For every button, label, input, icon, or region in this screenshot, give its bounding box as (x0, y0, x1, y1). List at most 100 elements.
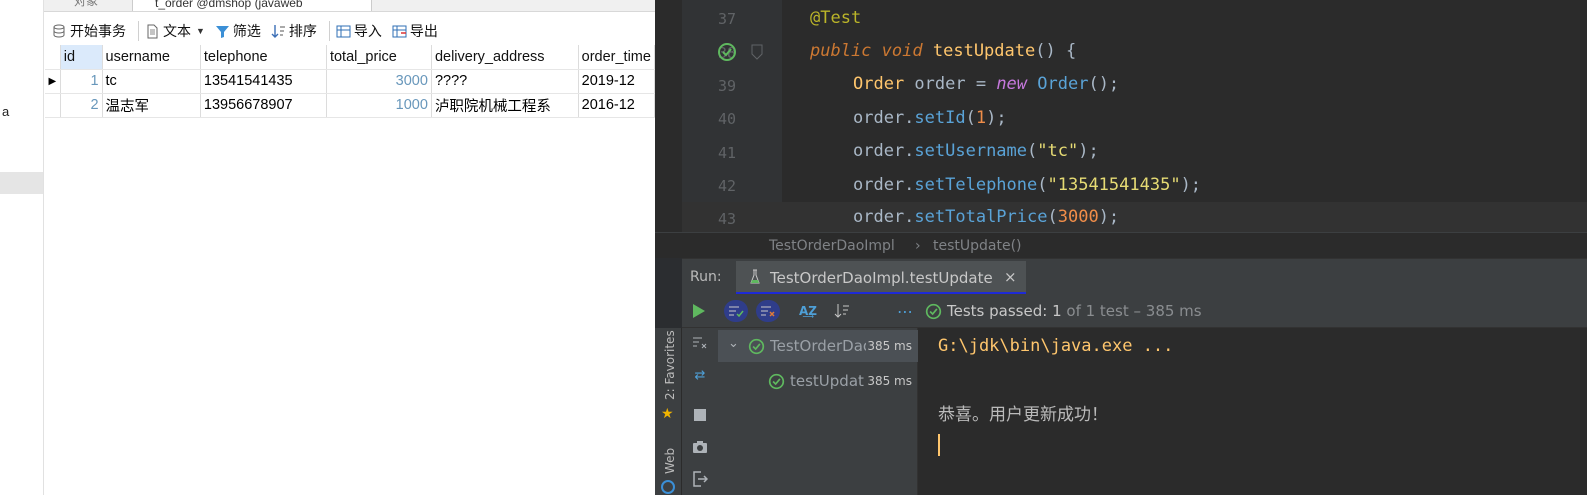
column-header-id[interactable]: id (60, 45, 103, 70)
rerun-button[interactable] (687, 300, 711, 322)
line-number: 39 (717, 77, 736, 95)
web-tool-tab[interactable]: Web (663, 448, 677, 474)
tab-objects[interactable]: 对象 (74, 0, 98, 9)
star-icon[interactable]: ★ (661, 406, 674, 422)
show-passed-button[interactable] (724, 300, 748, 322)
keyword-token: void (881, 41, 923, 61)
column-header-telephone[interactable]: telephone (200, 45, 327, 70)
clear-all-button[interactable] (691, 334, 709, 352)
db-toolbar: 开始事务 文本 ▼ 筛选 排序 导入 导出 (44, 18, 655, 44)
tree-item-duration: 385 ms (867, 374, 912, 388)
line-number: 43 (717, 210, 736, 228)
sort-button[interactable]: 排序 (269, 20, 325, 42)
test-flask-icon (750, 269, 760, 284)
code-token: order = (904, 74, 997, 94)
sort-icon (271, 24, 285, 38)
number-token: 1 (975, 108, 987, 128)
code-line-37: @Test (810, 8, 861, 28)
tree-item-test-method[interactable]: testUpdat 385 ms (718, 365, 918, 397)
tree-item-test-class[interactable]: ⌄ TestOrderDao 385 ms (718, 330, 918, 362)
clear-list-icon (693, 337, 707, 349)
document-icon (147, 24, 158, 38)
begin-transaction-button[interactable]: 开始事务 (50, 20, 134, 42)
run-side-actions: ⇄ (682, 328, 718, 495)
cell-telephone[interactable]: 13541541435 (200, 69, 327, 94)
toggle-auto-test-button[interactable]: ⇄ (691, 366, 709, 384)
cell-username[interactable]: 温志军 (102, 93, 201, 118)
test-passed-gutter-icon[interactable] (717, 42, 737, 62)
string-token: "tc" (1037, 141, 1079, 161)
side-tool-strip: 2: Favorites ★ Web (655, 328, 682, 495)
code-token: () { (1035, 41, 1077, 61)
camera-icon (693, 441, 707, 453)
breadcrumb-method[interactable]: testUpdate() (933, 238, 1022, 254)
cell-total-price[interactable]: 3000 (326, 69, 432, 94)
stop-icon (694, 409, 706, 421)
show-ignored-button[interactable] (756, 300, 780, 322)
grid-header-row: id username telephone total_price delive… (45, 45, 656, 70)
method-name-token: testUpdate (932, 41, 1036, 61)
data-grid: id username telephone total_price delive… (45, 45, 656, 118)
cell-delivery-address[interactable]: 泸职院机械工程系 (431, 93, 579, 118)
tests-passed-count: 1 (1052, 302, 1062, 320)
chevron-down-icon: ▼ (196, 26, 205, 36)
code-token: ); (1078, 141, 1099, 161)
stop-button[interactable] (691, 406, 709, 424)
run-tab-test-update[interactable]: TestOrderDaoImpl.testUpdate × (736, 261, 1026, 295)
fold-marker-icon[interactable] (751, 44, 763, 60)
constructor-token: Order (1027, 74, 1089, 94)
method-call-token: setTelephone (914, 175, 1038, 195)
sort-alpha-icon: A͢Z (799, 304, 817, 318)
column-header-total-price[interactable]: total_price (326, 45, 432, 70)
row-indicator-header (45, 45, 61, 70)
code-line-39: Order order = new Order(); (853, 74, 1119, 94)
console-output[interactable]: G:\jdk\bin\java.exe ... 恭喜。用户更新成功！ (918, 328, 1587, 495)
sort-alphabetically-button[interactable]: A͢Z (796, 300, 820, 322)
keyword-token: new (996, 74, 1028, 94)
left-panel-selected-item[interactable] (0, 172, 43, 194)
cell-id[interactable]: 1 (60, 69, 103, 94)
more-options-button[interactable]: ⋯ (893, 300, 917, 322)
cell-total-price[interactable]: 1000 (326, 93, 432, 118)
method-call-token: setTotalPrice (914, 207, 1048, 227)
cell-order-time[interactable]: 2016-12 (578, 93, 656, 118)
column-header-username[interactable]: username (102, 45, 201, 70)
ellipsis-icon: ⋯ (897, 301, 913, 321)
exit-icon (693, 471, 708, 487)
code-token: ( (1037, 175, 1048, 195)
table-row[interactable]: 2 温志军 13956678907 1000 泸职院机械工程系 2016-12 (45, 93, 656, 118)
breadcrumb-class[interactable]: TestOrderDaoImpl (769, 238, 895, 254)
export-button[interactable]: 导出 (390, 20, 446, 42)
table-row[interactable]: ▶ 1 tc 13541541435 3000 ???? 2019-12 (45, 69, 656, 94)
export-label: 导出 (409, 23, 438, 39)
column-header-delivery-address[interactable]: delivery_address (431, 45, 579, 70)
chevron-down-icon[interactable]: ⌄ (728, 336, 739, 351)
cell-id[interactable]: 2 (60, 93, 103, 118)
current-row-arrow-icon: ▶ (45, 69, 61, 94)
code-editor[interactable]: 37 38 39 40 41 42 43 @Test public void t… (655, 0, 1587, 232)
number-token: 3000 (1057, 207, 1099, 227)
tab-t-order[interactable]: t_order @dmshop (javaweb (132, 0, 372, 11)
ide-window: 37 38 39 40 41 42 43 @Test public void t… (655, 0, 1587, 495)
editor-breadcrumb: TestOrderDaoImpl › testUpdate() (655, 232, 1587, 258)
favorites-tool-tab[interactable]: 2: Favorites (663, 330, 677, 400)
cell-delivery-address[interactable]: ???? (431, 69, 579, 94)
filter-label: 筛选 (232, 23, 261, 39)
cell-order-time[interactable]: 2019-12 (578, 69, 656, 94)
text-view-button[interactable]: 文本 ▼ (143, 20, 213, 42)
database-icon (53, 24, 65, 38)
code-token: ( (965, 108, 976, 128)
tests-passed-detail: of 1 test – 385 ms (1066, 302, 1202, 320)
screenshot-button[interactable] (691, 438, 709, 456)
cell-telephone[interactable]: 13956678907 (200, 93, 327, 118)
cell-username[interactable]: tc (102, 69, 201, 94)
filter-button[interactable]: 筛选 (213, 20, 269, 42)
toolbar-divider (138, 21, 139, 41)
import-button[interactable]: 导入 (334, 20, 390, 42)
web-globe-icon (661, 480, 675, 494)
close-icon[interactable]: × (1004, 268, 1017, 286)
column-header-order-time[interactable]: order_time (578, 45, 656, 70)
code-token: (); (1088, 74, 1120, 94)
exit-button[interactable] (691, 470, 709, 488)
sort-duration-button[interactable] (830, 300, 854, 322)
